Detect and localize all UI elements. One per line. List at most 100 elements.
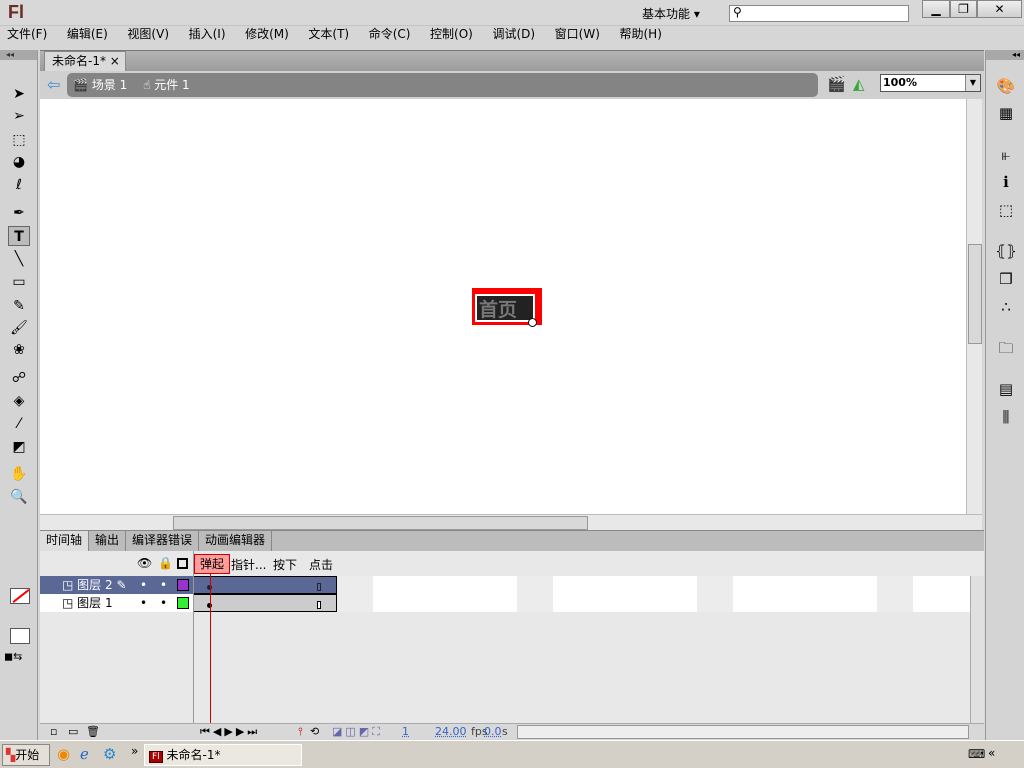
edit-scene-icon[interactable]: 🎬	[827, 75, 846, 93]
breadcrumb-symbol[interactable]: 元件 1	[154, 78, 189, 92]
zoom-icon[interactable]: 🔍	[8, 487, 30, 507]
hand-icon[interactable]: ✋	[8, 464, 30, 484]
document-tab[interactable]: 未命名-1* ×	[44, 51, 126, 72]
rectangle-icon[interactable]: ▭	[8, 272, 30, 292]
loop-icon[interactable]: ⟲	[310, 724, 319, 739]
edit-symbols-icon[interactable]: ◭	[853, 75, 865, 93]
restore-button[interactable]: ❐	[950, 0, 977, 18]
state-down[interactable]: 按下	[273, 556, 297, 573]
layer-name[interactable]: 图层 1	[77, 596, 112, 610]
keyboard-icon[interactable]: ⌨	[968, 747, 985, 761]
layer-name[interactable]: 图层 2	[77, 578, 112, 592]
ie-icon[interactable]: ℯ	[80, 745, 89, 763]
onion-skin-icons[interactable]: ◪◫◩⛶	[332, 724, 383, 739]
workspace-switcher[interactable]: 基本功能 ▾	[642, 5, 700, 22]
state-hit[interactable]: 点击	[309, 556, 333, 573]
paint-bucket-icon[interactable]: ◈	[8, 391, 30, 411]
tab-timeline[interactable]: 时间轴	[40, 531, 90, 551]
eye-icon[interactable]: 👁	[137, 556, 152, 570]
menu-file[interactable]: 文件(F)	[7, 26, 47, 46]
fill-color-swatch[interactable]	[10, 628, 30, 644]
button-symbol[interactable]: 首页	[472, 288, 542, 327]
selection-icon[interactable]: ➤	[8, 84, 30, 104]
stroke-color-swatch[interactable]	[10, 588, 30, 604]
lasso-icon[interactable]: ℓ	[8, 175, 30, 195]
outline-icon[interactable]	[177, 558, 188, 569]
menu-insert[interactable]: 插入(I)	[189, 26, 226, 46]
project-icon[interactable]: 🗀	[995, 337, 1017, 359]
frame-span[interactable]	[193, 576, 337, 594]
center-frame-icon[interactable]: ⫯	[298, 724, 303, 739]
state-over[interactable]: 指针...	[231, 556, 266, 573]
start-button[interactable]: ▚开始	[2, 744, 50, 766]
menu-window[interactable]: 窗口(W)	[555, 26, 600, 46]
menu-edit[interactable]: 编辑(E)	[67, 26, 108, 46]
breadcrumb-scene[interactable]: 场景 1	[92, 78, 127, 92]
menu-debug[interactable]: 调试(D)	[492, 26, 535, 46]
menu-control[interactable]: 控制(O)	[430, 26, 473, 46]
taskbar-item[interactable]: Fl 未命名-1*	[144, 744, 302, 766]
menu-commands[interactable]: 命令(C)	[369, 26, 411, 46]
frame-span[interactable]	[193, 594, 337, 612]
quicklaunch-more[interactable]: »	[131, 744, 138, 758]
button-text[interactable]: 首页	[479, 295, 517, 322]
new-layer-icon[interactable]: ▫	[50, 724, 57, 739]
lock-icon[interactable]: 🔒	[158, 556, 173, 570]
state-up[interactable]: 弹起	[194, 554, 230, 574]
tray-expand-icon[interactable]: «	[988, 746, 995, 760]
collapse-icon[interactable]: ◂◂	[0, 50, 37, 60]
tab-output[interactable]: 输出	[89, 531, 127, 551]
settings-icon[interactable]: ⚙	[103, 745, 116, 763]
actions-icon[interactable]: ⦃⦄	[995, 240, 1017, 262]
swatches-icon[interactable]: ▦	[995, 102, 1017, 124]
new-folder-icon[interactable]: ▭	[68, 724, 78, 739]
motion-presets-icon[interactable]: ∴	[995, 296, 1017, 318]
info-icon[interactable]: ℹ	[995, 171, 1017, 193]
scroll-thumb[interactable]	[173, 516, 588, 530]
back-arrow-icon[interactable]: ⇦	[47, 75, 60, 94]
layer-color[interactable]	[177, 579, 189, 591]
layer-color[interactable]	[177, 597, 189, 609]
pen-icon[interactable]: ✒	[8, 203, 30, 223]
playback-controls[interactable]: ⏮◀▶▶⏭	[200, 724, 260, 739]
brush-icon[interactable]: 🖌	[8, 318, 30, 338]
tab-compiler-errors[interactable]: 编译器错误	[126, 531, 200, 551]
playhead[interactable]	[210, 574, 211, 726]
media-player-icon[interactable]: ◉	[57, 745, 70, 763]
eraser-icon[interactable]: ◩	[8, 437, 30, 457]
vertical-scrollbar[interactable]	[966, 99, 982, 514]
timeline-vscroll[interactable]	[970, 576, 984, 723]
pencil-icon[interactable]: ✎	[8, 296, 30, 316]
menu-text[interactable]: 文本(T)	[308, 26, 349, 46]
close-tab-icon[interactable]: ×	[110, 54, 120, 68]
movie-explorer-icon[interactable]: ⫼	[995, 406, 1017, 428]
bone-icon[interactable]: ☍	[8, 368, 30, 388]
transform-point[interactable]	[528, 318, 537, 327]
3d-rotation-icon[interactable]: ◕	[8, 152, 30, 172]
layer-row[interactable]: ◳ 图层 1 • •	[40, 594, 193, 612]
chevron-down-icon[interactable]: ▼	[965, 75, 980, 91]
subselection-icon[interactable]: ➢	[8, 106, 30, 126]
menu-modify[interactable]: 修改(M)	[245, 26, 289, 46]
transform-icon[interactable]: ⬚	[995, 199, 1017, 221]
delete-layer-icon[interactable]: 🗑	[86, 724, 100, 739]
free-transform-icon[interactable]: ⬚	[8, 130, 30, 150]
close-button[interactable]: ✕	[977, 0, 1022, 18]
tab-motion-editor[interactable]: 动画编辑器	[199, 531, 273, 551]
layer-row[interactable]: ◳ 图层 2 ✎ • •	[40, 576, 193, 594]
library-icon[interactable]: ▤	[995, 378, 1017, 400]
scroll-thumb[interactable]	[968, 244, 982, 344]
menu-view[interactable]: 视图(V)	[127, 26, 169, 46]
timeline-hscroll[interactable]	[517, 725, 969, 739]
line-icon[interactable]: ╲	[8, 249, 30, 269]
zoom-select[interactable]: 100% ▼	[880, 74, 981, 92]
menu-help[interactable]: 帮助(H)	[619, 26, 661, 46]
align-icon[interactable]: ⫦	[995, 144, 1017, 166]
color-palette-icon[interactable]: 🎨	[995, 75, 1017, 97]
swap-colors-icon[interactable]: ◼⇆	[4, 650, 22, 663]
collapse-icon[interactable]: ◂◂	[986, 50, 1024, 60]
components-icon[interactable]: ❒	[995, 268, 1017, 290]
frame-grid[interactable]	[193, 576, 970, 612]
stage[interactable]: 首页	[40, 99, 966, 514]
text-icon[interactable]: T	[8, 226, 30, 246]
